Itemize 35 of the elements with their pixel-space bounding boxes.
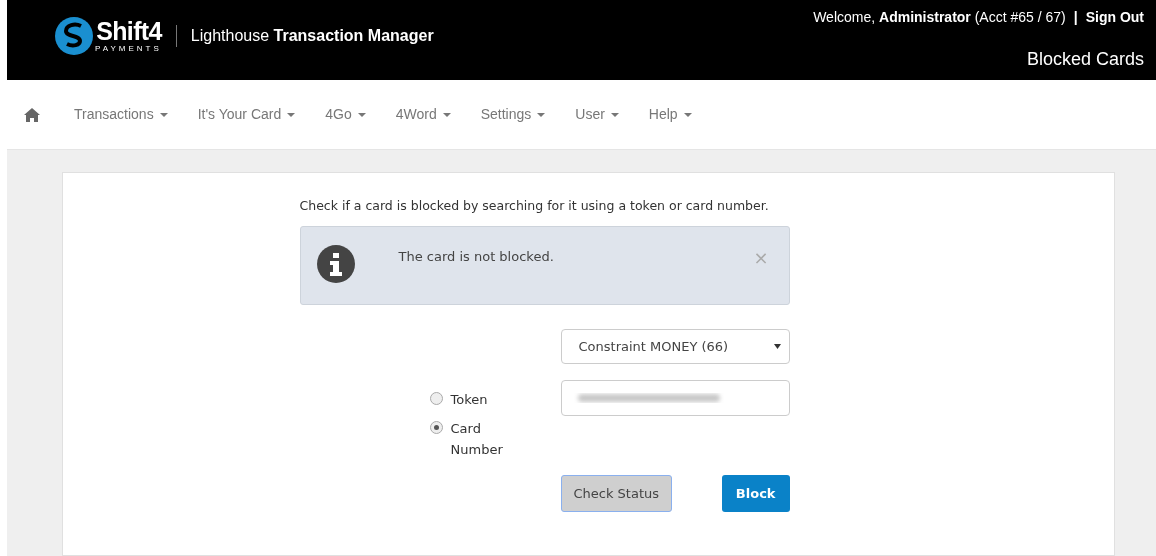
brand-subtitle: PAYMENTS [95,45,162,53]
block-button[interactable]: Block [721,474,790,512]
caret-icon [357,112,366,117]
radio-button[interactable] [429,420,443,434]
logo-icon [55,17,93,55]
dropdown-arrow-icon [773,343,781,349]
caret-icon [442,112,451,117]
caret-icon [610,112,619,117]
info-icon [316,244,355,283]
caret-icon [287,112,296,117]
caret-icon [683,112,692,117]
nav-menu-item[interactable]: Transactions [74,104,168,125]
nav-menu-item[interactable]: It's Your Card [197,104,296,125]
intro-text: Check if a card is blocked by searching for it using a token or card number. [299,197,770,215]
radio-label: Card Number [450,419,504,459]
radio-button[interactable] [429,391,443,405]
nav-menu-item[interactable]: Settings [480,104,546,125]
nav-menu-item[interactable]: 4Word [395,104,451,125]
brand-name: Shift4 [96,19,162,44]
nav-menu-item[interactable]: 4Go [325,104,366,125]
check-status-button[interactable]: Check Status [560,474,673,512]
separator-text: | [1073,8,1078,27]
caret-icon [537,112,546,117]
caret-icon [159,112,168,117]
card-number-field[interactable] [560,379,790,416]
nav-menu-item[interactable]: Help [648,104,692,125]
alert-message: The card is not blocked. [398,247,555,266]
app-title: Lighthouse Transaction Manager [190,26,434,46]
welcome-text: Welcome, Administrator (Acct #65 / 67) [813,8,1066,27]
page-title: Blocked Cards [1026,48,1144,71]
nav-menu-item[interactable]: User [575,104,619,125]
account-select[interactable]: Constraint MONEY (66) [560,328,790,364]
home-icon[interactable] [24,107,40,122]
radio-label: Token [450,390,489,409]
sign-out-link[interactable]: Sign Out [1085,7,1144,28]
